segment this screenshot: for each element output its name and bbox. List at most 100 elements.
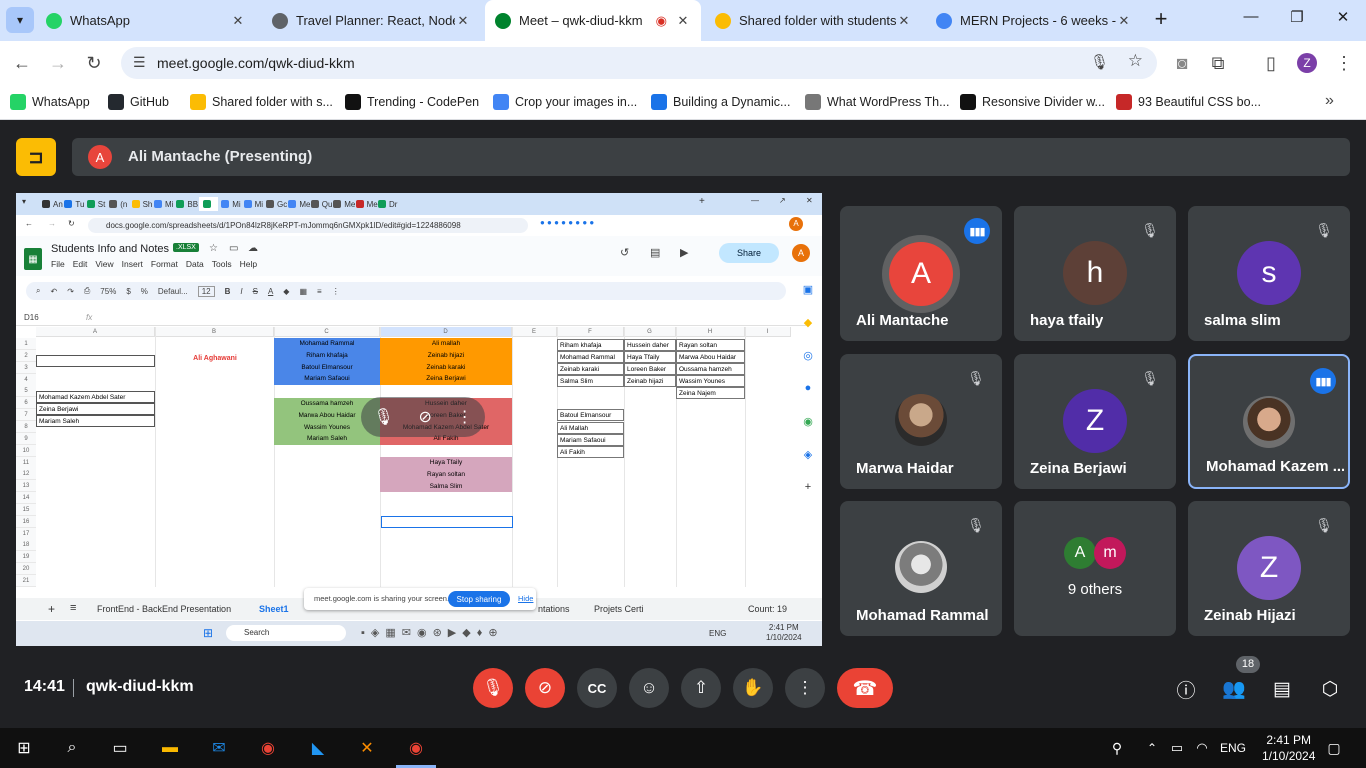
side-panel-icon[interactable]: ▯ — [1260, 52, 1282, 74]
participant-tile[interactable]: Mohamad Rammal 🎙 — [840, 501, 1002, 636]
back-icon[interactable]: ← — [11, 52, 33, 74]
xampp-icon[interactable]: ✕ — [355, 736, 379, 760]
taskbar-lang[interactable]: ENG — [1220, 741, 1246, 755]
tray-chevron-icon[interactable]: ⌃ — [1140, 736, 1164, 760]
presentation-icon[interactable]: ⊐ — [16, 138, 56, 176]
raise-hand-button[interactable]: ✋ — [733, 668, 773, 708]
participant-tile[interactable]: h haya tfaily 🎙 — [1014, 206, 1176, 341]
participant-avatar: Z — [1063, 389, 1127, 453]
captions-button[interactable]: CC — [577, 668, 617, 708]
inner-tab-title: St — [97, 199, 106, 209]
bookmark-item[interactable]: Building a Dynamic... — [651, 92, 790, 112]
chat-button[interactable]: ▤ — [1269, 676, 1295, 702]
people-tray-icon[interactable]: ⚲ — [1105, 736, 1129, 760]
inner-tab-title: Tu — [75, 199, 85, 209]
row-header: 3 — [16, 361, 36, 374]
bookmark-label: GitHub — [130, 95, 169, 109]
forward-icon[interactable]: → — [47, 52, 69, 74]
tab-title: Meet – qwk-diud-kkm — [519, 13, 643, 28]
menu-kebab-icon[interactable]: ⋮ — [1333, 52, 1355, 74]
inner-tab-favicon-icon — [154, 200, 162, 208]
mic-off-button[interactable]: 🎙 — [473, 668, 513, 708]
notifications-icon[interactable]: ▢ — [1322, 736, 1346, 760]
mic-icon[interactable]: 🎙 — [1090, 53, 1109, 71]
camera-icon[interactable]: ◙ — [1171, 52, 1193, 74]
wifi-icon[interactable]: ◠ — [1190, 736, 1214, 760]
people-button[interactable]: 👥 — [1221, 676, 1247, 702]
meet-icon — [495, 12, 511, 29]
inner-tab — [198, 197, 218, 211]
participant-tile[interactable]: Z Zeinab Hijazi 🎙 — [1188, 501, 1350, 636]
camera-off-button[interactable]: ⊘ — [525, 668, 565, 708]
new-tab-button[interactable]: + — [1149, 8, 1173, 32]
participant-tile[interactable]: A Ali Mantache ▮▮▮ — [840, 206, 1002, 341]
presenter-chip[interactable]: A Ali Mantache (Presenting) — [72, 138, 1350, 176]
reload-icon[interactable]: ↻ — [83, 52, 105, 74]
close-tab-icon[interactable]: ✕ — [230, 13, 246, 29]
profile-avatar[interactable]: Z — [1297, 53, 1317, 73]
cell-a3 — [36, 355, 155, 367]
bookmark-item[interactable]: Crop your images in... — [493, 92, 637, 112]
all-sheets-icon: ≡ — [70, 602, 77, 614]
sharing-text: meet.google.com is sharing your screen. — [314, 594, 450, 603]
extensions-icon[interactable]: ⧉ — [1207, 52, 1229, 74]
tab-search-button[interactable]: ▾ — [6, 7, 34, 33]
participant-name: Marwa Haidar — [856, 460, 954, 477]
sheets-share-button: Share — [719, 243, 779, 263]
activities-button[interactable]: ⬡ — [1317, 676, 1343, 702]
battery-icon[interactable]: ▭ — [1165, 736, 1189, 760]
bookmarks-bar: WhatsApp GitHub Shared folder with s... Tre… — [0, 85, 1366, 120]
mail-icon[interactable]: ✉ — [207, 736, 231, 760]
browser-tab[interactable]: MERN Projects - 6 weeks - G ✕ — [926, 4, 1142, 37]
cell: Ali mallah — [431, 340, 461, 347]
participant-tile[interactable]: Am 9 others — [1014, 501, 1176, 636]
bookmark-item[interactable]: Resonsive Divider w... — [960, 92, 1105, 112]
close-tab-icon[interactable]: ✕ — [675, 13, 691, 29]
bookmark-star-icon[interactable]: ☆ — [1128, 51, 1143, 71]
bookmark-item[interactable]: GitHub — [108, 92, 169, 112]
participant-tile[interactable]: Mohamad Kazem ... ▮▮▮ — [1188, 354, 1350, 489]
align-icon: ≡ — [317, 286, 322, 296]
bookmark-item[interactable]: WhatsApp — [10, 92, 90, 112]
meeting-info-button[interactable]: ⓘ — [1173, 676, 1199, 702]
close-tab-icon[interactable]: ✕ — [1116, 13, 1132, 29]
bookmark-item[interactable]: 93 Beautiful CSS bo... — [1116, 92, 1261, 112]
close-window-button[interactable]: ✕ — [1328, 8, 1358, 32]
present-button[interactable]: ⇧ — [681, 668, 721, 708]
more-bookmarks-icon[interactable]: » — [1325, 92, 1334, 110]
taskbar-date: 1/10/2024 — [1262, 749, 1316, 763]
browser-tab[interactable]: WhatsApp ✕ — [36, 4, 256, 37]
taskbar-search-icon[interactable]: ⌕ — [60, 736, 84, 760]
site-info-icon[interactable]: ☰ — [133, 54, 146, 71]
participant-tile[interactable]: Z Zeina Berjawi 🎙 — [1014, 354, 1176, 489]
bookmark-item[interactable]: Shared folder with s... — [190, 92, 333, 112]
bookmark-item[interactable]: What WordPress Th... — [805, 92, 950, 112]
maximize-button[interactable]: ❐ — [1282, 8, 1312, 32]
browser-tab[interactable]: Shared folder with students ✕ — [705, 4, 922, 37]
mic-off-icon: 🎙 — [1141, 221, 1159, 238]
taskbar-clock[interactable]: 2:41 PM 1/10/2024 — [1262, 732, 1315, 764]
cell: Zeinab karaki — [557, 363, 624, 375]
vscode-icon[interactable]: ◣ — [306, 736, 330, 760]
bookmark-item[interactable]: Trending - CodePen — [345, 92, 479, 112]
bookmark-label: 93 Beautiful CSS bo... — [1138, 95, 1261, 109]
close-tab-icon[interactable]: ✕ — [455, 13, 471, 29]
leave-call-button[interactable]: ☎ — [837, 668, 893, 708]
close-tab-icon[interactable]: ✕ — [896, 13, 912, 29]
chrome-icon[interactable]: ◉ — [256, 736, 280, 760]
inner-tab-title: An — [53, 199, 63, 209]
task-view-icon[interactable]: ▭ — [108, 736, 132, 760]
participant-tile[interactable]: s salma slim 🎙 — [1188, 206, 1350, 341]
minimize-button[interactable]: — — [1236, 8, 1266, 32]
participant-tile[interactable]: Marwa Haidar 🎙 — [840, 354, 1002, 489]
print-icon: ⎙ — [83, 286, 91, 295]
more-options-button[interactable]: ⋮ — [785, 668, 825, 708]
address-bar[interactable]: ☰ meet.google.com/qwk-diud-kkm 🎙 ☆ — [121, 47, 1157, 79]
chrome-active-icon[interactable]: ◉ — [404, 736, 428, 760]
inner-tab-favicon-icon — [86, 200, 95, 208]
file-explorer-icon[interactable]: ▬ — [158, 736, 182, 760]
windows-start-icon[interactable]: ⊞ — [12, 736, 36, 760]
browser-tab[interactable]: Travel Planner: React, Node, ✕ — [262, 4, 481, 37]
reactions-button[interactable]: ☺ — [629, 668, 669, 708]
browser-tab[interactable]: Meet – qwk-diud-kkm ◉ ✕ — [485, 0, 701, 41]
